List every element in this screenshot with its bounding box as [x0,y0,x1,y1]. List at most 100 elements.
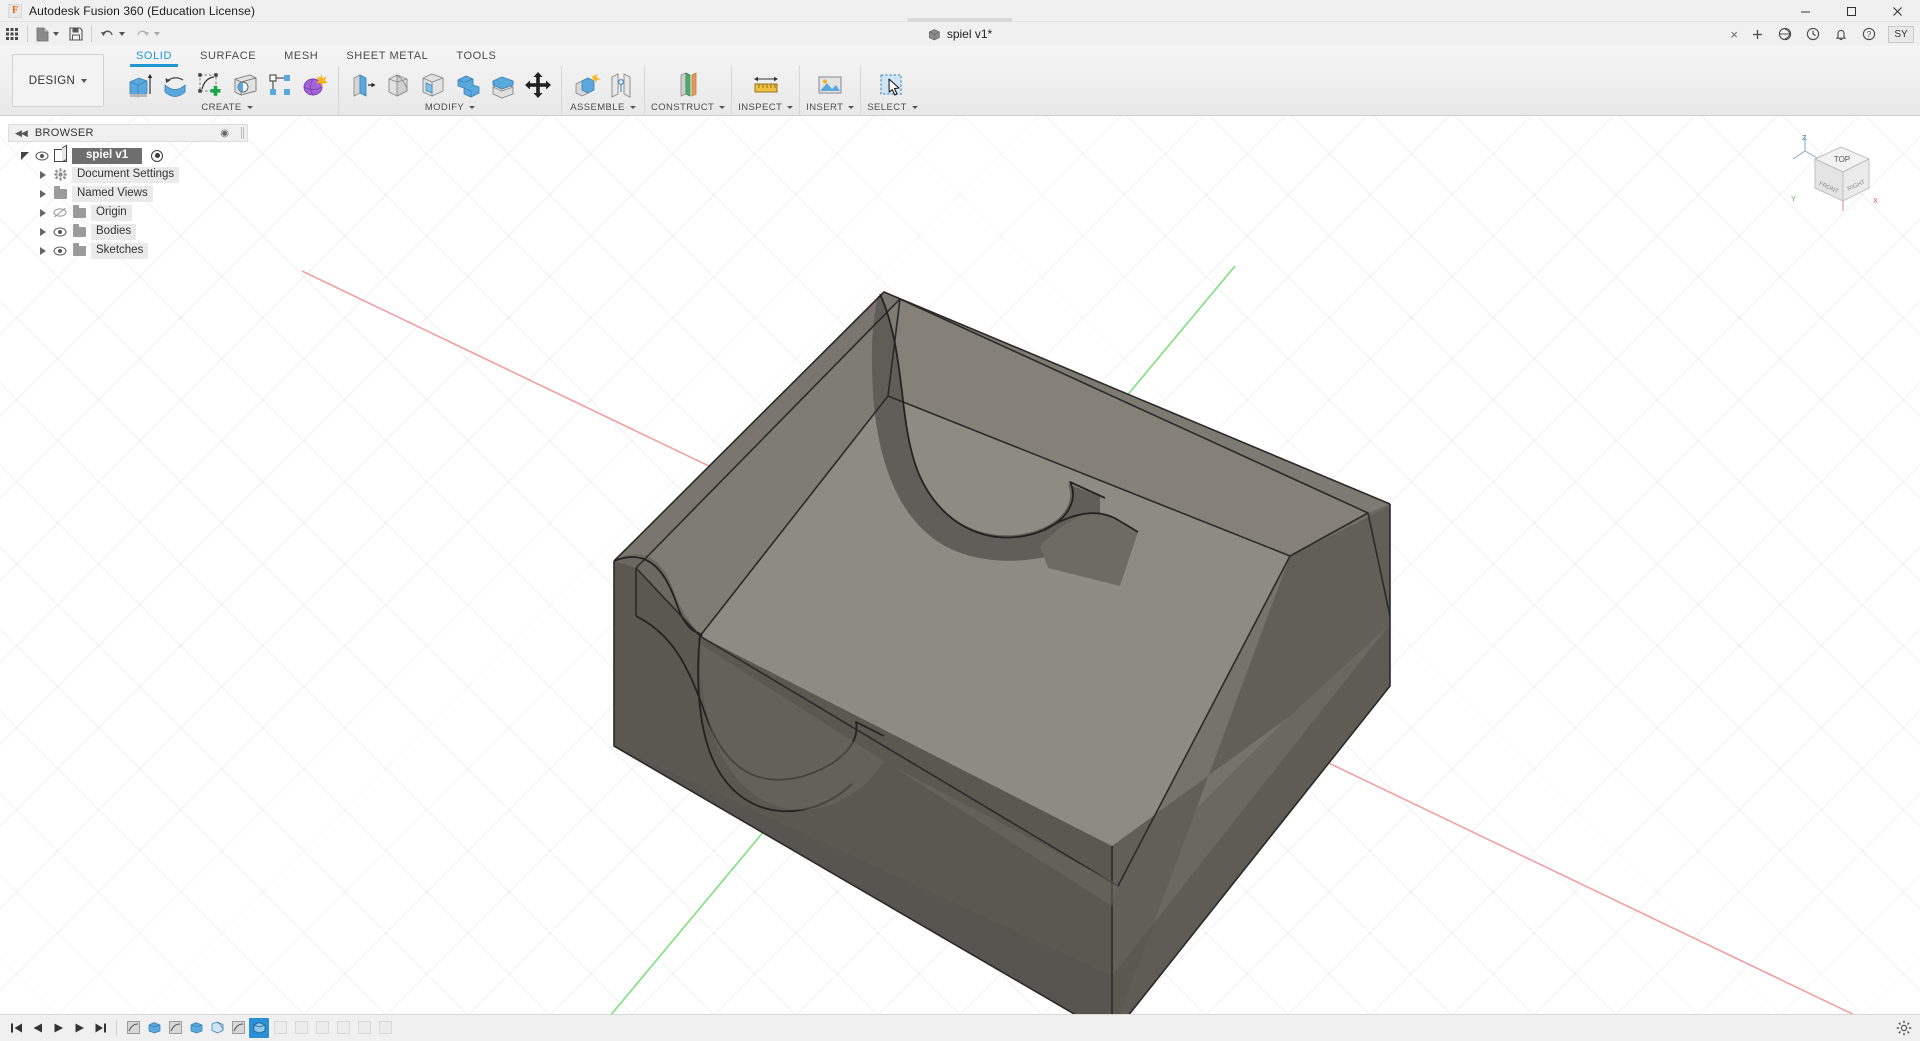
minimize-button[interactable] [1782,0,1828,22]
visibility-eye-icon[interactable] [35,150,49,161]
new-component-button[interactable] [568,66,603,103]
workspace-selector[interactable]: DESIGN [12,54,104,107]
expand-right-icon[interactable] [38,189,48,199]
offset-plane-button[interactable] [668,66,708,103]
collapse-left-icon[interactable]: ◀◀ [15,128,27,139]
visibility-hidden-eye-icon[interactable] [53,207,67,218]
inspect-group-label[interactable]: INSPECT [738,102,793,113]
tree-node-bodies[interactable]: Bodies [8,222,248,241]
expand-right-icon[interactable] [38,246,48,256]
timeline-feature-extrude-4[interactable] [249,1018,269,1038]
add-tab-button[interactable] [1744,22,1770,46]
viewport-canvas[interactable] [0,116,1920,1040]
go-to-end-button[interactable] [90,1017,110,1039]
construct-group-label[interactable]: CONSTRUCT [651,102,725,113]
maximize-button[interactable] [1828,0,1874,22]
viewcube-x-label: X [1873,196,1878,205]
expand-right-icon[interactable] [38,208,48,218]
app-grid-button[interactable] [0,22,24,46]
timeline-feature-extrude-2[interactable] [186,1018,206,1038]
insert-group-label[interactable]: INSERT [806,102,854,113]
expand-right-icon[interactable] [38,170,48,180]
expand-right-icon[interactable] [38,227,48,237]
user-avatar[interactable]: SY [1888,26,1914,43]
tab-sheet-metal[interactable]: SHEET METAL [332,46,442,64]
tab-surface[interactable]: SURFACE [186,46,270,64]
create-group-label[interactable]: CREATE [201,102,252,113]
undo-caret-icon[interactable] [119,32,125,36]
expand-down-icon[interactable] [20,151,30,161]
revolve-button[interactable] [157,66,192,103]
modify-group-label[interactable]: MODIFY [425,102,475,113]
select-label-text: SELECT [867,102,906,113]
close-tab-button[interactable]: × [1726,27,1742,42]
timeline-feature-ghost-4[interactable] [333,1018,353,1038]
form-button[interactable] [297,66,332,103]
play-button[interactable] [48,1017,68,1039]
combine-button[interactable] [450,66,485,103]
ribbon-separator-4 [731,66,732,116]
select-buttons [872,64,912,101]
hole-button[interactable] [227,66,262,103]
go-to-beginning-button[interactable] [6,1017,26,1039]
timeline-feature-ghost-6[interactable] [375,1018,395,1038]
tree-node-document-settings[interactable]: Document Settings [8,165,248,184]
measure-button[interactable] [746,66,786,103]
assemble-group-label[interactable]: ASSEMBLE [570,102,635,113]
activate-component-radio[interactable] [151,150,163,162]
job-status-icon [1806,27,1820,41]
select-button[interactable] [872,66,912,103]
timeline-feature-sketch-3[interactable] [228,1018,248,1038]
go-to-beginning-icon [10,1022,23,1034]
timeline-feature-ghost-1[interactable] [270,1018,290,1038]
shell-button[interactable] [415,66,450,103]
tree-node-sketches[interactable]: Sketches [8,241,248,260]
browser-grip[interactable] [241,127,244,139]
tree-node-named-views[interactable]: Named Views [8,184,248,203]
step-back-button[interactable] [27,1017,47,1039]
offset-face-button[interactable] [485,66,520,103]
folder-icon [72,226,86,237]
timeline-feature-sketch-2[interactable] [165,1018,185,1038]
timeline-feature-ghost-2[interactable] [291,1018,311,1038]
new-document-caret-icon[interactable] [53,32,59,36]
create-sketch-button[interactable] [192,66,227,103]
timeline-feature-sketch-1[interactable] [123,1018,143,1038]
new-document-button[interactable] [31,22,64,46]
job-status-button[interactable] [1800,22,1826,46]
undo-button[interactable] [95,22,130,46]
redo-caret-icon[interactable] [154,32,160,36]
tree-node-origin[interactable]: Origin [8,203,248,222]
timeline-feature-extrude-1[interactable] [144,1018,164,1038]
pattern-button[interactable] [262,66,297,103]
insert-mcmaster-button[interactable] [810,66,850,103]
save-button[interactable] [64,22,88,46]
timeline-settings-button[interactable] [1896,1020,1912,1036]
move-copy-button[interactable] [520,66,555,103]
qat-left-group [0,22,165,46]
timeline-feature-ghost-5[interactable] [354,1018,374,1038]
press-pull-button[interactable] [345,66,380,103]
visibility-eye-icon[interactable] [53,226,67,237]
extrude-button[interactable] [122,66,157,103]
redo-button[interactable] [130,22,165,46]
fillet-button[interactable] [380,66,415,103]
tab-mesh[interactable]: MESH [270,46,332,64]
joint-button[interactable] [603,66,638,103]
view-cube[interactable]: Z TOP FRONT RIGHT X Y [1785,131,1880,226]
extensions-button[interactable] [1772,22,1798,46]
tab-solid[interactable]: SOLID [122,46,186,64]
timeline-feature-fillet[interactable] [207,1018,227,1038]
browser-options-icon[interactable]: ◉ [220,128,229,139]
go-to-end-icon [94,1022,107,1034]
notifications-button[interactable] [1828,22,1854,46]
tree-node-spiel[interactable]: spiel v1 [8,146,248,165]
help-button[interactable]: ? [1856,22,1882,46]
timeline-feature-ghost-3[interactable] [312,1018,332,1038]
tab-tools[interactable]: TOOLS [442,46,510,64]
close-button[interactable] [1874,0,1920,22]
document-tab[interactable]: spiel v1* [928,22,992,46]
visibility-eye-icon[interactable] [53,245,67,256]
step-forward-button[interactable] [69,1017,89,1039]
select-group-label[interactable]: SELECT [867,102,917,113]
